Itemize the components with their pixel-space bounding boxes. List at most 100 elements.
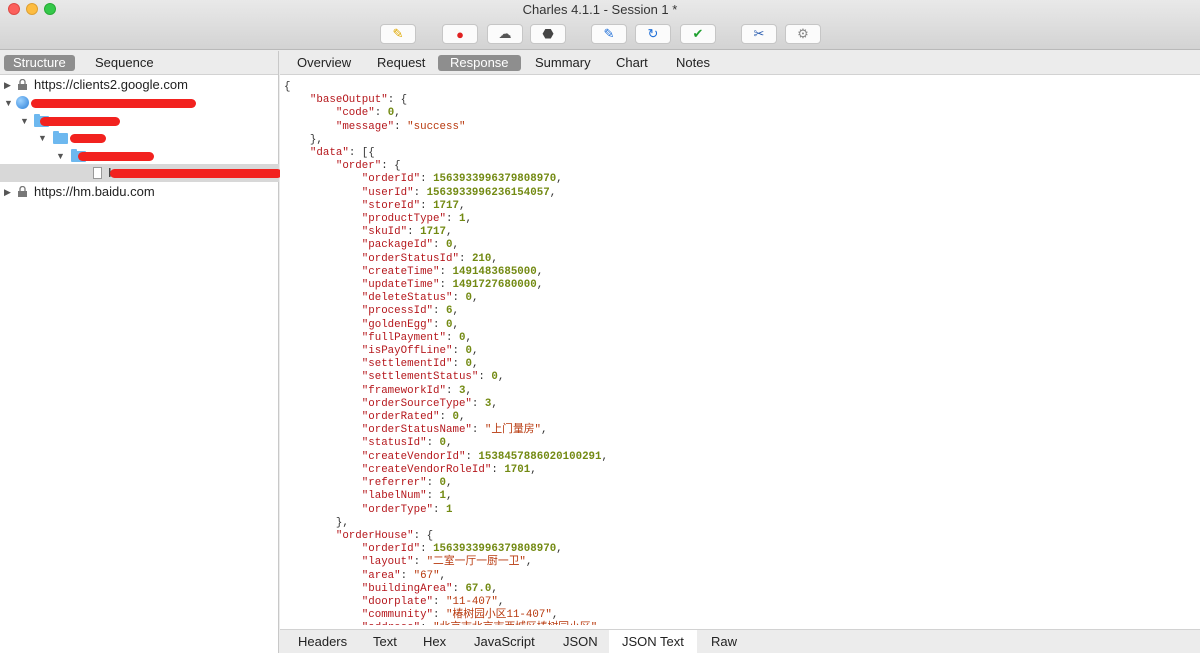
- json-punct: ,: [549, 186, 557, 199]
- json-response-body[interactable]: { "baseOutput": { "code": 0, "message": …: [284, 81, 1196, 625]
- json-punct: [284, 279, 362, 291]
- json-punct: [284, 253, 362, 265]
- code-line: "layout": "二室一厅一厨一卫",: [284, 556, 1196, 569]
- json-punct: :: [433, 239, 447, 252]
- code-line: "buildingArea": 67.0,: [284, 583, 1196, 596]
- tab-javascript[interactable]: JavaScript: [461, 630, 548, 653]
- tab-json-text[interactable]: JSON Text: [609, 630, 697, 653]
- stop-hexagon-icon: ⬣: [542, 26, 554, 41]
- json-punct: :: [374, 107, 388, 120]
- code-line: "area": "67",: [284, 570, 1196, 583]
- json-punct: [284, 187, 362, 199]
- json-key: "orderStatusName": [361, 424, 472, 437]
- tab-json[interactable]: JSON: [550, 630, 611, 653]
- json-key: "orderRated": [361, 411, 440, 424]
- response-view-tab-bar: Headers Text Hex JavaScript JSON JSON Te…: [280, 629, 1200, 653]
- json-key: "doorplate": [361, 595, 434, 608]
- code-line: "processId": 6,: [284, 305, 1196, 318]
- json-number: 1538457886020100291: [478, 450, 602, 463]
- code-line: },: [284, 134, 1196, 147]
- json-punct: ,: [491, 582, 498, 595]
- tab-sequence[interactable]: Sequence: [86, 55, 163, 71]
- json-punct: [284, 121, 336, 133]
- tab-hex[interactable]: Hex: [410, 630, 459, 653]
- tab-chart[interactable]: Chart: [604, 55, 660, 71]
- tree-row-folder-2[interactable]: ▼: [0, 129, 279, 147]
- json-punct: ,: [446, 226, 453, 239]
- json-punct: [284, 226, 362, 238]
- json-punct: [284, 424, 362, 436]
- record-button[interactable]: ●: [442, 24, 478, 44]
- tab-text[interactable]: Text: [360, 630, 410, 653]
- code-line: "userId": 1563933996236154057,: [284, 187, 1196, 200]
- json-punct: :: [413, 556, 427, 569]
- json-punct: [284, 609, 362, 621]
- json-punct: [284, 160, 336, 172]
- tree-row-folder-3[interactable]: ▼: [0, 147, 279, 165]
- validate-button[interactable]: ✔: [680, 24, 716, 44]
- code-line: {: [284, 81, 1196, 94]
- json-punct: },: [284, 133, 323, 146]
- tree-row-host-google[interactable]: ▶ https://clients2.google.com: [0, 76, 279, 94]
- disclosure-right-icon[interactable]: ▶: [4, 183, 11, 201]
- json-punct: :: [439, 279, 453, 292]
- disclosure-down-icon[interactable]: ▼: [56, 147, 65, 165]
- json-punct: :: [471, 424, 485, 437]
- tree-row-folder-1[interactable]: ▼: [0, 112, 279, 130]
- json-punct: ,: [556, 173, 563, 186]
- json-key: "orderType": [361, 503, 434, 516]
- code-line: "address": "北京市北京市西城区椿树园小区",: [284, 622, 1196, 625]
- broom-button[interactable]: ✎: [380, 24, 416, 44]
- tab-structure[interactable]: Structure: [4, 55, 75, 71]
- disclosure-down-icon[interactable]: ▼: [20, 112, 29, 130]
- throttle-button[interactable]: ☁: [487, 24, 523, 44]
- tab-summary[interactable]: Summary: [523, 55, 603, 71]
- turtle-icon: ☁: [498, 26, 512, 41]
- tools-button[interactable]: ✂: [741, 24, 777, 44]
- json-punct: ,: [491, 252, 498, 265]
- disclosure-down-icon[interactable]: ▼: [4, 94, 13, 112]
- tab-overview[interactable]: Overview: [285, 55, 363, 71]
- breakpoints-button[interactable]: ⬣: [530, 24, 566, 44]
- tree-row-host-redacted[interactable]: ▼: [0, 94, 279, 112]
- tab-headers[interactable]: Headers: [285, 630, 360, 653]
- tab-response[interactable]: Response: [438, 55, 521, 71]
- json-key: "skuId": [361, 226, 408, 239]
- json-punct: ,: [465, 213, 472, 226]
- tab-raw[interactable]: Raw: [698, 630, 750, 653]
- json-punct: :: [491, 463, 505, 476]
- code-line: "statusId": 0,: [284, 437, 1196, 450]
- json-string: "success": [407, 120, 466, 133]
- tab-request[interactable]: Request: [365, 55, 437, 71]
- json-key: "settlementId": [361, 358, 453, 371]
- json-punct: :: [433, 595, 447, 608]
- redaction-mark: [40, 117, 120, 126]
- tab-notes[interactable]: Notes: [664, 55, 722, 71]
- compose-button[interactable]: ✎: [591, 24, 627, 44]
- json-number: 1563933996236154057: [426, 186, 550, 199]
- json-punct: ,: [465, 331, 472, 344]
- json-punct: ,: [556, 543, 563, 556]
- json-key: "referrer": [361, 477, 427, 490]
- json-punct: ,: [536, 279, 544, 292]
- json-key: "userId": [361, 186, 414, 199]
- json-punct: ,: [452, 318, 459, 331]
- json-punct: ,: [497, 371, 505, 384]
- code-line: "community": "椿树园小区11-407",: [284, 609, 1196, 622]
- code-line: "frameworkId": 3,: [284, 385, 1196, 398]
- tree-row-request-selected[interactable]: I: [0, 164, 282, 182]
- json-punct: [284, 200, 362, 212]
- json-punct: [284, 292, 362, 304]
- code-line: "deleteStatus": 0,: [284, 292, 1196, 305]
- repeat-button[interactable]: ↻: [635, 24, 671, 44]
- code-line: "data": [{: [284, 147, 1196, 160]
- tools-icon: ✂: [753, 26, 765, 41]
- json-punct: [284, 94, 310, 106]
- disclosure-right-icon[interactable]: ▶: [4, 76, 11, 94]
- code-line: "storeId": 1717,: [284, 200, 1196, 213]
- code-line: "settlementId": 0,: [284, 358, 1196, 371]
- tree-row-host-baidu[interactable]: ▶ https://hm.baidu.com: [0, 183, 279, 201]
- disclosure-down-icon[interactable]: ▼: [38, 129, 47, 147]
- settings-button[interactable]: ⚙: [785, 24, 821, 44]
- json-key: "labelNum": [361, 490, 427, 503]
